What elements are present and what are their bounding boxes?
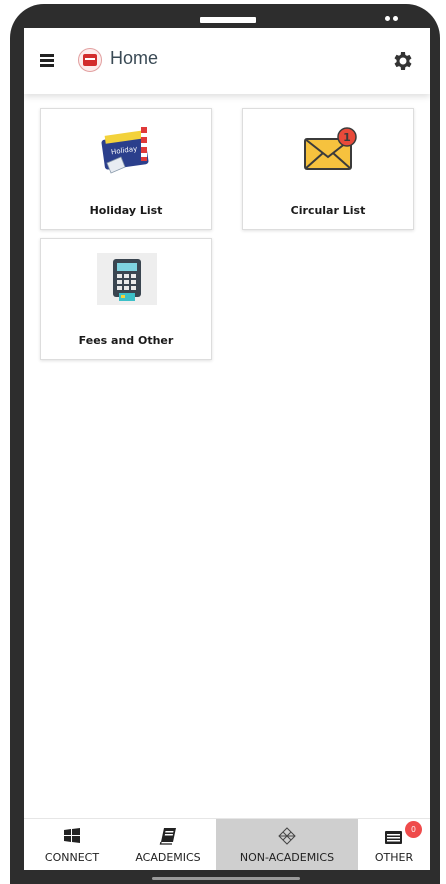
nav-item-connect[interactable]: CONNECT: [24, 819, 120, 870]
cube-icon: [278, 827, 296, 845]
list-icon: [385, 831, 402, 844]
tile-label: Circular List: [290, 204, 366, 217]
school-logo: [78, 48, 102, 72]
book-icon: [159, 828, 176, 845]
nav-label: ACADEMICS: [135, 851, 201, 864]
nav-item-other[interactable]: 0 OTHER: [358, 819, 430, 870]
status-dots: [385, 16, 398, 21]
home-indicator: [152, 877, 300, 880]
other-badge: 0: [405, 821, 422, 838]
holiday-icon: Holiday: [101, 127, 149, 174]
gear-icon[interactable]: [390, 49, 414, 73]
nav-label: OTHER: [374, 851, 414, 864]
tile-fees-and-other[interactable]: Fees and Other: [40, 238, 212, 360]
envelope-badge-count: 1: [343, 131, 351, 144]
nav-label: CONNECT: [44, 851, 100, 864]
bottom-navigation: CONNECT ACADEMICS NON-ACADEMICS 0 OTHER: [24, 818, 430, 870]
nav-item-non-academics[interactable]: NON-ACADEMICS: [216, 819, 358, 870]
page-title: Home: [110, 48, 159, 68]
app-screen: Home Holiday Holiday List 1 Circular Lis…: [24, 28, 430, 870]
menu-icon[interactable]: [40, 54, 54, 67]
status-notch: [200, 17, 256, 23]
tile-label: Holiday List: [89, 204, 163, 217]
nav-label: NON-ACADEMICS: [239, 851, 335, 864]
nav-item-academics[interactable]: ACADEMICS: [120, 819, 216, 870]
tile-holiday-list[interactable]: Holiday Holiday List: [40, 108, 212, 230]
app-bar: Home: [24, 28, 430, 94]
card-terminal-icon: [97, 253, 157, 305]
tile-label: Fees and Other: [78, 334, 174, 347]
windows-grid-icon: [64, 828, 80, 843]
envelope-icon: 1: [304, 127, 357, 170]
tile-circular-list[interactable]: 1 Circular List: [242, 108, 414, 230]
